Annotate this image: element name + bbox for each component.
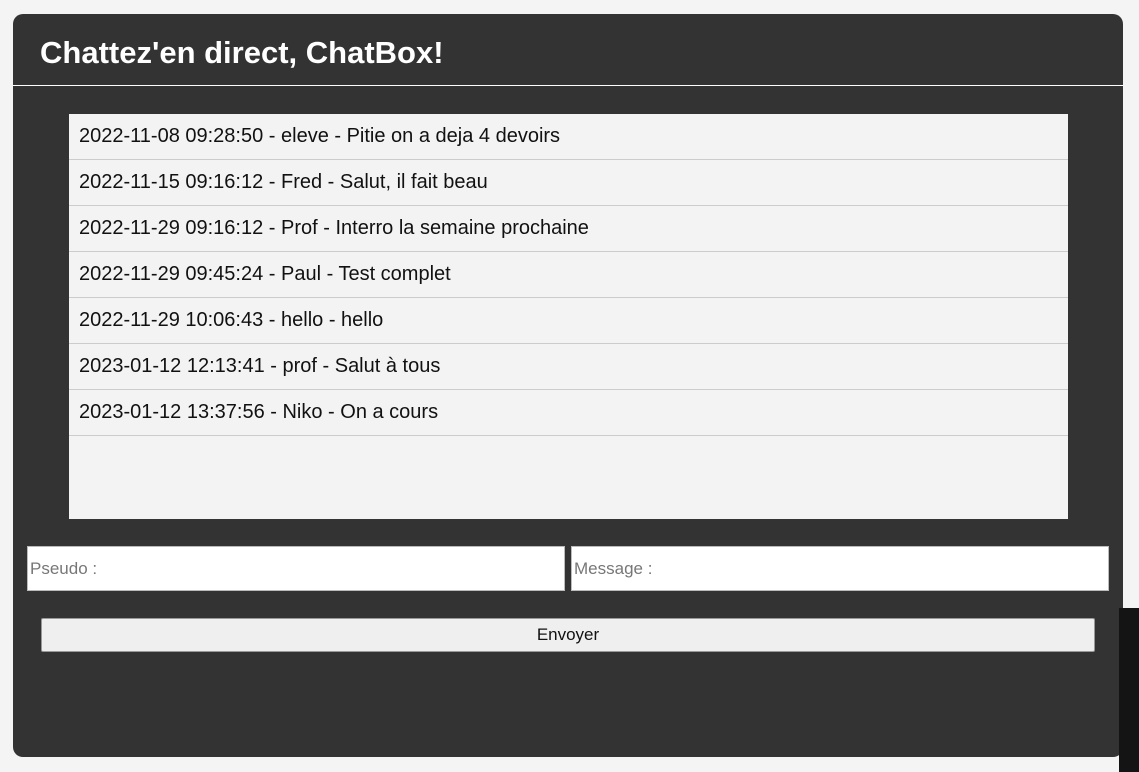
pseudo-input[interactable] bbox=[27, 546, 565, 591]
message-item: 2022-11-29 09:16:12 - Prof - Interro la … bbox=[69, 206, 1068, 252]
message-input[interactable] bbox=[571, 546, 1109, 591]
chat-box: Chattez'en direct, ChatBox! 2022-11-08 0… bbox=[13, 14, 1123, 757]
message-item: 2022-11-08 09:28:50 - eleve - Pitie on a… bbox=[69, 114, 1068, 160]
message-item: 2022-11-29 10:06:43 - hello - hello bbox=[69, 298, 1068, 344]
chat-header: Chattez'en direct, ChatBox! bbox=[13, 14, 1123, 86]
message-item: 2022-11-29 09:45:24 - Paul - Test comple… bbox=[69, 252, 1068, 298]
send-button[interactable]: Envoyer bbox=[41, 618, 1095, 652]
message-item: 2022-11-15 09:16:12 - Fred - Salut, il f… bbox=[69, 160, 1068, 206]
message-item: 2023-01-12 13:37:56 - Niko - On a cours bbox=[69, 390, 1068, 436]
page-title: Chattez'en direct, ChatBox! bbox=[40, 35, 444, 70]
message-list: 2022-11-08 09:28:50 - eleve - Pitie on a… bbox=[69, 114, 1068, 519]
message-item: 2023-01-12 12:13:41 - prof - Salut à tou… bbox=[69, 344, 1068, 390]
window-edge bbox=[1119, 608, 1139, 772]
message-form bbox=[27, 546, 1109, 591]
